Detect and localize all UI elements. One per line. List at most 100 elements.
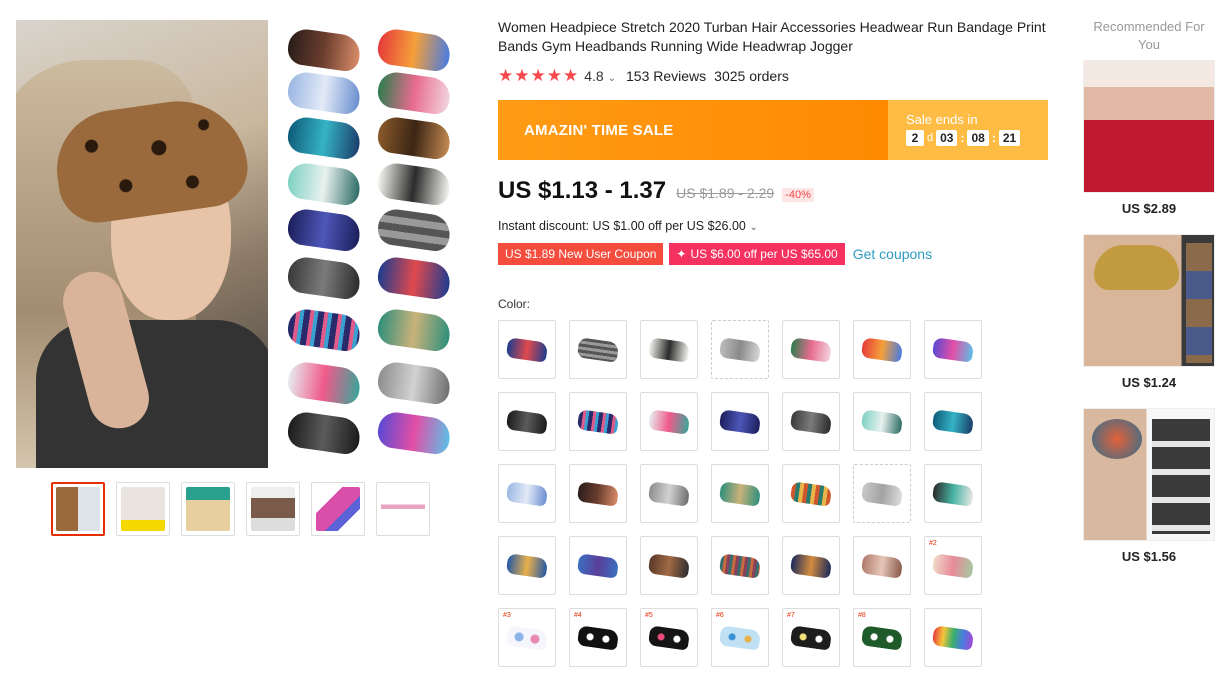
recommended-price: US $1.24 [1121,375,1177,390]
recommended-image[interactable] [1083,234,1215,367]
recommended-item[interactable]: US $2.89 [1083,60,1215,216]
color-option[interactable] [640,464,698,523]
color-option[interactable] [711,320,769,379]
option-tag: #2 [929,540,937,547]
countdown-seconds: 21 [998,130,1021,146]
thumbnail-2[interactable] [116,482,170,536]
countdown-hours: 03 [936,130,958,146]
color-option[interactable] [782,536,840,595]
rating-stars: ★ ★ ★ ★ ★ [498,67,578,84]
star-icon: ★ [530,66,546,85]
store-coupon[interactable]: ✦ US $6.00 off per US $65.00 [669,243,845,265]
sale-countdown-panel: Sale ends in 2 d 03 : 08 : 21 [888,100,1048,160]
recommended-image[interactable] [1083,60,1215,193]
color-option[interactable] [924,392,982,451]
recommended-image[interactable] [1083,408,1215,541]
color-option[interactable] [924,320,982,379]
chevron-down-icon: ⌄ [749,222,758,233]
color-option[interactable] [711,392,769,451]
color-option[interactable] [782,392,840,451]
model-photo [16,20,268,468]
color-option[interactable] [569,392,627,451]
get-coupons-link[interactable]: Get coupons [853,246,932,262]
product-title: Women Headpiece Stretch 2020 Turban Hair… [498,19,1046,54]
orders-count: 3025 orders [714,67,789,84]
star-icon: ★ [563,66,579,85]
thumbnail-5[interactable] [311,482,365,536]
original-price: US $1.89 - 2.29 [676,185,775,201]
color-option[interactable] [924,608,982,667]
color-option[interactable] [569,320,627,379]
color-option[interactable]: #4 [569,608,627,667]
color-option[interactable] [640,536,698,595]
thumbnail-3[interactable] [181,482,235,536]
store-coupon-label: US $6.00 off per US $65.00 [690,247,838,261]
main-product-image[interactable] [16,20,464,468]
color-option[interactable] [853,536,911,595]
color-option[interactable] [853,464,911,523]
color-option[interactable]: #6 [711,608,769,667]
recommended-title: Recommended For You [1093,19,1205,52]
color-option[interactable] [853,392,911,451]
color-option[interactable] [711,536,769,595]
recommended-item[interactable]: US $1.24 [1083,234,1215,390]
new-user-coupon[interactable]: US $1.89 New User Coupon [498,243,664,265]
color-option[interactable] [711,464,769,523]
color-option[interactable] [498,320,556,379]
option-tag: #6 [716,612,724,619]
color-option[interactable] [782,320,840,379]
thumbnail-1[interactable] [51,482,105,536]
star-icon: ★ [546,66,562,85]
option-tag: #3 [503,612,511,619]
sparkle-icon: ✦ [676,247,687,261]
chevron-down-icon: ⌄ [607,72,616,84]
countdown-days: 2 [906,130,924,146]
color-option[interactable]: #8 [853,608,911,667]
color-option[interactable] [640,320,698,379]
recommended-price: US $1.56 [1121,549,1177,564]
rating-row: ★ ★ ★ ★ ★ 4.8 ⌄ 153 Reviews 3025 orders [498,67,789,84]
price-row: US $1.13 - 1.37 US $1.89 - 2.29 -40% [498,177,814,205]
color-option[interactable] [640,392,698,451]
color-option[interactable] [924,464,982,523]
reviews-link[interactable]: 153 Reviews [626,68,706,84]
option-tag: #8 [858,612,866,619]
rating-value: 4.8 [584,67,604,84]
thumbnail-4[interactable] [246,482,300,536]
color-options: #2 #3 #4 #5 #6 #7 #8 [498,320,998,667]
sale-label: AMAZIN' TIME SALE [498,100,888,160]
countdown-minutes: 08 [967,130,989,146]
instant-discount-text: Instant discount: US $1.00 off per US $2… [498,219,746,233]
star-icon: ★ [514,66,530,85]
sale-ends-label: Sale ends in [906,112,978,127]
discount-badge: -40% [782,188,814,202]
color-option[interactable] [569,536,627,595]
color-option[interactable] [498,392,556,451]
countdown-separator: : [960,131,965,145]
thumbnail-strip [51,482,430,536]
recommended-item[interactable]: US $1.56 [1083,408,1215,564]
color-label: Color: [498,297,531,311]
countdown-timer: 2 d 03 : 08 : 21 [906,130,1048,146]
countdown-separator: : [991,131,996,145]
option-tag: #4 [574,612,582,619]
color-option[interactable]: #3 [498,608,556,667]
sale-banner: AMAZIN' TIME SALE Sale ends in 2 d 03 : … [498,100,1048,160]
color-option[interactable]: #7 [782,608,840,667]
color-option[interactable]: #5 [640,608,698,667]
countdown-days-unit: d [927,132,934,144]
thumbnail-6[interactable] [376,482,430,536]
option-tag: #7 [787,612,795,619]
color-option[interactable]: #2 [924,536,982,595]
option-tag: #5 [645,612,653,619]
instant-discount[interactable]: Instant discount: US $1.00 off per US $2… [498,219,758,233]
star-icon: ★ [498,66,514,85]
current-price: US $1.13 - 1.37 [498,177,667,204]
color-option[interactable] [498,464,556,523]
rating-dropdown[interactable]: 4.8 ⌄ [584,68,616,84]
color-option[interactable] [498,536,556,595]
color-option[interactable] [853,320,911,379]
color-option[interactable] [782,464,840,523]
color-option[interactable] [569,464,627,523]
recommended-price: US $2.89 [1121,201,1177,216]
